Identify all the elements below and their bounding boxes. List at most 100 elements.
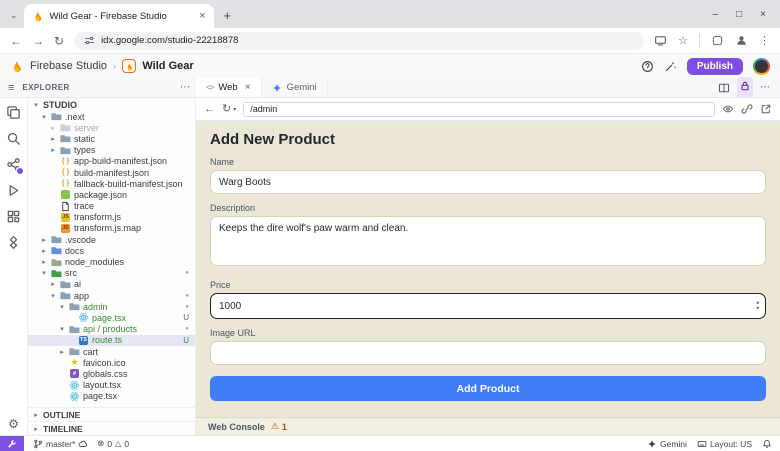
address-bar[interactable]: idx.google.com/studio-22218878: [74, 32, 644, 50]
preview-back-icon[interactable]: ←: [204, 104, 215, 115]
add-product-button[interactable]: Add Product: [210, 376, 766, 401]
price-input[interactable]: [210, 293, 766, 319]
timeline-section[interactable]: ▸ TIMELINE: [28, 421, 195, 435]
chevron-down-icon[interactable]: ▾: [58, 303, 66, 311]
explorer-more-icon[interactable]: ⋯: [180, 82, 190, 93]
tree-item-build-manifest-json[interactable]: { }build-manifest.json: [28, 167, 195, 178]
search-icon[interactable]: [6, 131, 21, 146]
chevron-right-icon[interactable]: ▸: [49, 146, 57, 154]
description-input[interactable]: Keeps the dire wolf's paw warm and clean…: [210, 216, 766, 266]
chevron-down-icon[interactable]: ▾: [58, 325, 66, 333]
new-tab-button[interactable]: +: [214, 8, 242, 28]
tab-web-close-icon[interactable]: ×: [245, 82, 251, 93]
tree-item-node-modules[interactable]: ▸node_modules: [28, 256, 195, 267]
tab-gemini[interactable]: Gemini: [262, 78, 328, 97]
open-external-icon[interactable]: [760, 103, 772, 115]
tree-item-api-products[interactable]: ▾api / products●: [28, 324, 195, 335]
brand-name[interactable]: Firebase Studio: [30, 60, 107, 72]
explorer-view-icon[interactable]: [6, 105, 21, 120]
tree-item-layout-tsx[interactable]: layout.tsx: [28, 380, 195, 391]
maximize-button[interactable]: □: [736, 10, 742, 20]
tree-item--next[interactable]: ▾.next: [28, 111, 195, 122]
settings-gear-icon[interactable]: ⚙: [8, 417, 19, 431]
problems-item[interactable]: ⊗ 0 △ 0: [97, 438, 129, 449]
chevron-down-icon[interactable]: ▾: [40, 113, 48, 121]
tab-web[interactable]: <> Web ×: [196, 78, 262, 97]
git-branch-item[interactable]: master*: [33, 439, 88, 449]
chevron-down-icon[interactable]: ▾: [40, 269, 48, 277]
labs-icon[interactable]: [6, 235, 21, 250]
web-console-bar[interactable]: Web Console ⚠ 1: [196, 417, 780, 435]
help-icon[interactable]: [641, 60, 654, 73]
cast-icon[interactable]: [654, 34, 667, 47]
profile-avatar-icon[interactable]: [735, 34, 748, 47]
stepper-down-icon[interactable]: ▾: [756, 306, 759, 312]
remote-indicator[interactable]: [0, 436, 24, 451]
back-icon[interactable]: ←: [10, 35, 22, 47]
tree-item-src[interactable]: ▾src●: [28, 268, 195, 279]
extensions-icon[interactable]: [711, 34, 724, 47]
forward-icon[interactable]: →: [32, 35, 44, 47]
inspect-icon[interactable]: [722, 103, 734, 115]
close-button[interactable]: ×: [760, 10, 766, 20]
tree-root-studio[interactable]: ▾ STUDIO: [28, 98, 195, 111]
image-url-input[interactable]: [210, 341, 766, 365]
reload-caret-icon[interactable]: ▾: [233, 106, 236, 113]
tab-search-icon[interactable]: ⌄: [8, 10, 24, 28]
workspace-name[interactable]: Wild Gear: [142, 60, 193, 72]
preview-address-input[interactable]: [243, 102, 715, 117]
publish-button[interactable]: Publish: [687, 58, 743, 75]
chevron-right-icon[interactable]: ▸: [49, 135, 57, 143]
chevron-right-icon[interactable]: ▸: [40, 258, 48, 266]
chevron-right-icon[interactable]: ▸: [58, 348, 66, 356]
tree-item-transform-js-map[interactable]: JStransform.js.map: [28, 223, 195, 234]
notifications-bell-icon[interactable]: [762, 439, 772, 449]
layout-item[interactable]: Layout: US: [697, 439, 752, 449]
tree-item-globals-css[interactable]: #globals.css: [28, 368, 195, 379]
tree-item-transform-js[interactable]: JStransform.js: [28, 212, 195, 223]
tree-item-page-tsx[interactable]: page.tsx: [28, 391, 195, 402]
tree-item-fallback-build-manifest-json[interactable]: { }fallback-build-manifest.json: [28, 178, 195, 189]
lock-toggle[interactable]: [737, 77, 753, 99]
browser-tab[interactable]: Wild Gear - Firebase Studio ×: [24, 4, 214, 28]
bookmark-icon[interactable]: ☆: [678, 34, 688, 47]
tree-item-app[interactable]: ▾app●: [28, 290, 195, 301]
tree-item-trace[interactable]: trace: [28, 201, 195, 212]
outline-section[interactable]: ▸ OUTLINE: [28, 407, 195, 421]
chevron-down-icon[interactable]: ▾: [49, 292, 57, 300]
split-editor-icon[interactable]: [718, 82, 730, 94]
chevron-right-icon[interactable]: ▸: [49, 280, 57, 288]
minimize-button[interactable]: –: [713, 10, 719, 20]
tab-close-icon[interactable]: ×: [199, 10, 205, 22]
tree-item-route-ts[interactable]: TSroute.tsU: [28, 335, 195, 346]
tree-item-docs[interactable]: ▸docs: [28, 245, 195, 256]
panel-more-icon[interactable]: ⋯: [760, 82, 770, 93]
tree-item-server[interactable]: ▸server: [28, 122, 195, 133]
menu-icon[interactable]: ≡: [8, 82, 14, 94]
tree-item-static[interactable]: ▸static: [28, 133, 195, 144]
tree-item-page-tsx[interactable]: page.tsxU: [28, 312, 195, 323]
reload-icon[interactable]: ↻: [54, 35, 64, 47]
tree-item-app-build-manifest-json[interactable]: { }app-build-manifest.json: [28, 156, 195, 167]
gemini-status-item[interactable]: Gemini: [647, 439, 687, 449]
run-debug-icon[interactable]: [6, 183, 21, 198]
source-control-icon[interactable]: [6, 157, 21, 172]
magic-wand-icon[interactable]: [664, 60, 677, 73]
tree-item-cart[interactable]: ▸cart: [28, 346, 195, 357]
chevron-right-icon[interactable]: ▸: [40, 247, 48, 255]
user-avatar[interactable]: [753, 58, 770, 75]
browser-menu-icon[interactable]: ⋮: [759, 34, 770, 47]
tree-item-admin[interactable]: ▾admin●: [28, 301, 195, 312]
preview-reload-icon[interactable]: ↻: [222, 104, 231, 115]
number-stepper[interactable]: ▴ ▾: [756, 301, 759, 312]
tree-item-favicon-ico[interactable]: ★favicon.ico: [28, 357, 195, 368]
chevron-right-icon[interactable]: ▸: [49, 124, 57, 132]
name-input[interactable]: [210, 170, 766, 194]
tree-item--vscode[interactable]: ▸.vscode: [28, 234, 195, 245]
tree-item-package-json[interactable]: package.json: [28, 189, 195, 200]
site-settings-icon[interactable]: [84, 35, 95, 46]
extensions-view-icon[interactable]: [6, 209, 21, 224]
tree-item-ai[interactable]: ▸ai: [28, 279, 195, 290]
tree-item-types[interactable]: ▸types: [28, 145, 195, 156]
sync-cloud-icon[interactable]: [78, 439, 88, 449]
